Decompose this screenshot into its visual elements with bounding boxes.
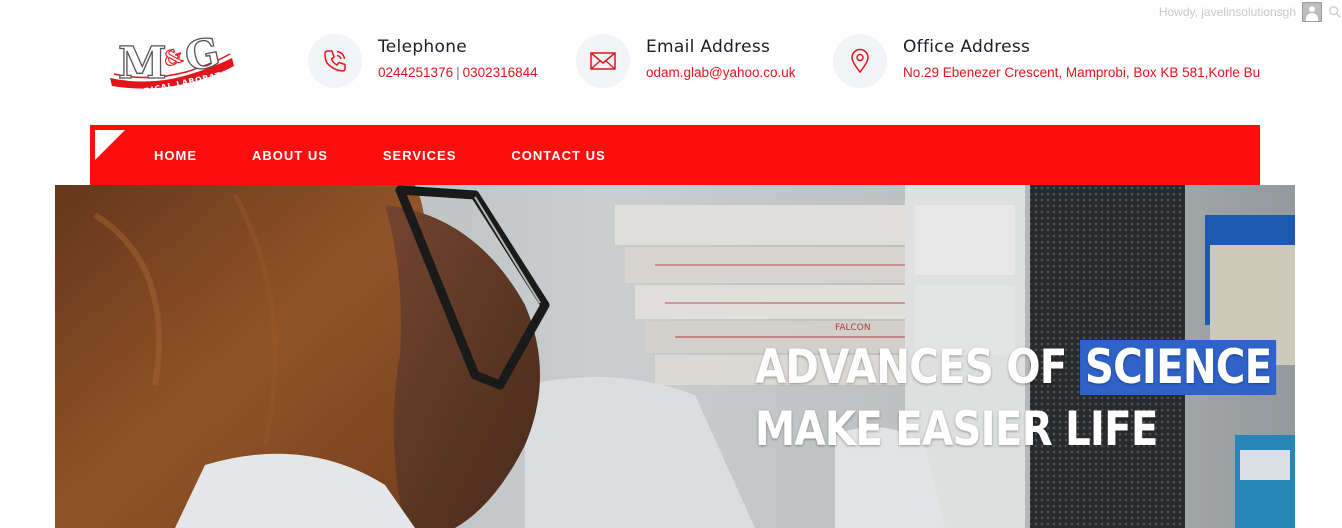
nav-item-about-us[interactable]: ABOUT US [252,148,328,163]
nav-item-contact-us[interactable]: CONTACT US [511,148,605,163]
admin-greeting[interactable]: Howdy, javelinsolutionsgh [1159,5,1296,19]
phone-icon [308,34,362,88]
hero-banner: FALCON ADVANCES OF SCIENCE MAKE EASIER L… [55,185,1295,528]
admin-bar: Howdy, javelinsolutionsgh [1159,2,1342,22]
email-address[interactable]: odam.glab@yahoo.co.uk [646,65,796,80]
hero-highlight-word: SCIENCE [1079,340,1277,395]
svg-text:M: M [118,38,167,89]
office-address: No.29 Ebenezer Crescent, Mamprobi, Box K… [903,65,1261,80]
contact-label: Telephone [378,37,468,57]
hero-line-1-prefix: ADVANCES OF [755,340,1067,395]
search-icon[interactable] [1328,5,1342,19]
main-nav: HOME ABOUT US SERVICES CONTACT US [90,125,1260,185]
phone-number-secondary[interactable]: 0302316844 [463,65,538,80]
contact-email: Email Address odam.glab@yahoo.co.uk [576,34,796,88]
phone-separator: | [456,65,460,80]
contact-label: Office Address [903,37,1031,57]
nav-item-services[interactable]: SERVICES [383,148,457,163]
nav-item-home[interactable]: HOME [154,148,197,163]
hero-headline: ADVANCES OF SCIENCE MAKE EASIER LIFE [755,337,1277,461]
map-pin-icon [833,34,887,88]
phone-number-primary[interactable]: 0244251376 [378,65,453,80]
contact-telephone: Telephone 0244251376 | 0302316844 [308,34,538,88]
logo-emblem: M & G MEDICAL LABORATORY [110,28,242,99]
contact-label: Email Address [646,37,771,57]
user-avatar-icon[interactable] [1302,2,1322,22]
hero-line-1: ADVANCES OF SCIENCE [755,337,1277,399]
envelope-icon [576,34,630,88]
contact-office-address: Office Address No.29 Ebenezer Crescent, … [833,34,1260,88]
nav-corner-decoration [95,130,125,160]
hero-line-2: MAKE EASIER LIFE [755,402,1158,457]
site-logo[interactable]: M & G MEDICAL LABORATORY [108,28,242,99]
phone-numbers: 0244251376 | 0302316844 [378,65,538,80]
page: Howdy, javelinsolutionsgh M & G MEDICAL … [0,0,1342,528]
